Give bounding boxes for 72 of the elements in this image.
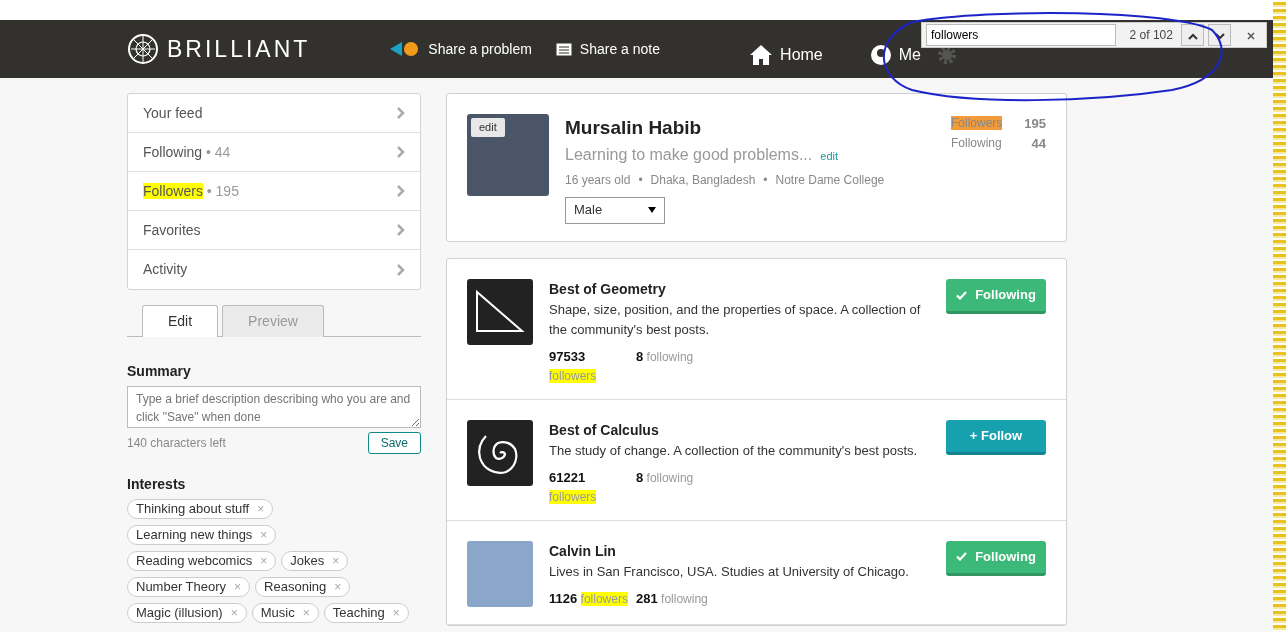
home-icon: [750, 45, 773, 65]
nav-link[interactable]: Me: [870, 31, 921, 67]
match-count: 2 of 102: [1128, 27, 1173, 44]
find-field[interactable]: followers: [926, 24, 1117, 46]
previous-match-button[interactable]: [1180, 24, 1205, 46]
item-description: Shape, size, position, and the properties of space. A collection of the community's best posts.: [549, 301, 922, 339]
item-description: Lives in San Francisco, USA. Studies at University of Chicago.: [549, 562, 910, 581]
separator-dot: •: [638, 171, 643, 189]
stat-value: 44: [1030, 134, 1046, 153]
sidebar-item[interactable]: Favorites: [143, 219, 397, 241]
chevron-icon: [397, 107, 405, 119]
problem-icon: [390, 42, 421, 56]
following-count: 8 following: [636, 348, 694, 366]
interest-tag[interactable]: Teaching ×: [323, 603, 409, 623]
section-heading: Summary: [127, 362, 192, 381]
following-count: 8 following: [636, 469, 694, 487]
note-icon: [555, 42, 572, 56]
chevron-down-icon: [1214, 32, 1225, 40]
close-icon: [1246, 31, 1255, 40]
logo-text[interactable]: BRILLIANT: [167, 31, 311, 67]
sidebar-item[interactable]: Activity: [143, 259, 397, 280]
avatar-icon: [870, 45, 891, 65]
interest-tag[interactable]: Reading webcomics ×: [127, 551, 277, 571]
edit-button[interactable]: edit: [471, 118, 505, 137]
interest-tag[interactable]: Thinking about stuff ×: [127, 499, 274, 519]
chevron-icon: [397, 185, 405, 197]
interest-tag[interactable]: Reasoning ×: [255, 577, 351, 597]
spiral-icon: [467, 419, 533, 486]
check-icon: [956, 552, 968, 561]
follower-count: 97533 followers: [549, 348, 598, 385]
save-button[interactable]: Save: [367, 432, 421, 454]
interest-tag[interactable]: Magic (illusion) ×: [127, 603, 247, 623]
nav-link[interactable]: Share a note: [555, 38, 660, 60]
stat-label[interactable]: Following: [951, 133, 1011, 153]
logo-icon: [127, 33, 159, 65]
profile-detail: Notre Dame College: [775, 171, 885, 189]
chevron-icon: [397, 146, 405, 158]
item-title: Calvin Lin: [549, 541, 617, 561]
profile-detail: Dhaka, Bangladesh: [650, 171, 756, 189]
photo-placeholder: [467, 540, 533, 607]
interest-tag[interactable]: Jokes ×: [281, 551, 349, 571]
item-description: The study of change. A collection of the community's best posts.: [549, 441, 919, 460]
follower-count: 61221 followers: [549, 469, 598, 506]
gender-dropdown[interactable]: Male: [565, 196, 665, 224]
edit-link[interactable]: edit: [820, 147, 838, 164]
sidebar-item[interactable]: Your feed: [143, 102, 397, 124]
interest-tag[interactable]: Music ×: [251, 603, 319, 623]
profile-name: Mursalin Habib: [565, 116, 703, 140]
item-title: Best of Calculus: [549, 420, 660, 440]
stat-value: 195: [1023, 115, 1046, 133]
chevron-up-icon: [1187, 32, 1198, 40]
section-heading: Interests: [127, 475, 187, 494]
profile-tagline: Learning to make good problems...: [565, 144, 813, 165]
sidebar-item[interactable]: Following • 44: [143, 141, 397, 163]
profile-detail: 16 years old: [565, 171, 631, 189]
chevron-icon: [397, 224, 405, 236]
interest-tag[interactable]: Number Theory ×: [127, 577, 251, 597]
caret-icon: [648, 207, 656, 213]
sidebar-item[interactable]: Followers • 195: [143, 180, 397, 202]
following-count: 281 following: [636, 590, 708, 608]
summary-field[interactable]: Type a brief description describing who you are and click "Save" when done: [127, 386, 421, 428]
separator-dot: •: [763, 171, 768, 189]
nav-link[interactable]: Home: [750, 31, 823, 67]
item-title: Best of Geometry: [549, 280, 667, 299]
check-icon: [956, 290, 968, 300]
editor-tab[interactable]: Edit: [142, 305, 218, 337]
nav-link[interactable]: Share a problem: [390, 38, 532, 60]
chevron-icon: [397, 263, 405, 276]
interest-tag[interactable]: Learning new things ×: [127, 525, 277, 545]
character-count: 140 characters left: [127, 435, 226, 452]
next-match-button[interactable]: [1208, 24, 1232, 46]
settings-icon[interactable]: [937, 45, 957, 65]
